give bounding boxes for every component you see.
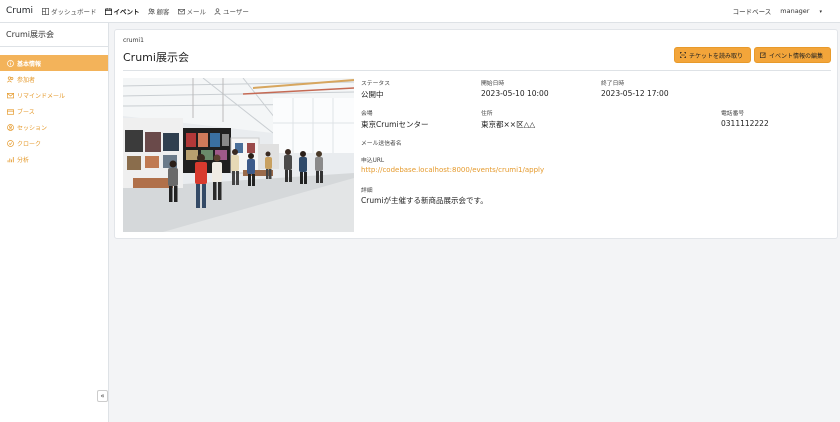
sidebar-item-label: セッション bbox=[17, 124, 48, 132]
nav-item-customers[interactable]: 顧客 bbox=[147, 6, 170, 16]
scan-ticket-label: チケットを読み取り bbox=[689, 52, 744, 60]
sidebar-item-label: リマインドメール bbox=[17, 92, 66, 100]
status-label: ステータス bbox=[361, 81, 390, 87]
calendar-icon bbox=[104, 7, 112, 15]
sidebar-item-label: 参加者 bbox=[17, 76, 36, 84]
mail-icon bbox=[177, 8, 185, 14]
nav-item-dashboard[interactable]: ダッシュボード bbox=[42, 6, 97, 16]
chart-icon bbox=[7, 156, 14, 162]
phone-label: 電話番号 bbox=[721, 111, 745, 117]
sidebar-item-label: ブース bbox=[17, 108, 35, 116]
sidebar-item-booth[interactable]: ブース bbox=[0, 103, 108, 119]
status-value: 公開中 bbox=[361, 90, 384, 99]
sidebar-item-cloak[interactable]: クローク bbox=[0, 135, 108, 151]
edit-icon bbox=[760, 52, 766, 58]
sidebar-item-basic-info[interactable]: 基本情報 bbox=[0, 55, 108, 71]
mail-sender-label: メール送信者名 bbox=[361, 141, 402, 147]
sidebar-item-label: クローク bbox=[17, 140, 42, 148]
nav-item-label: ダッシュボード bbox=[51, 8, 97, 16]
nav-item-label: ユーザー bbox=[223, 8, 249, 16]
user-icon bbox=[214, 7, 221, 15]
sidebar-item-remind-mail[interactable]: リマインドメール bbox=[0, 87, 108, 103]
edit-event-label: イベント情報の編集 bbox=[769, 52, 824, 60]
sidebar: Crumi展示会 基本情報 参加者 リマインドメール ブース セッション クロー… bbox=[0, 23, 109, 422]
scan-ticket-button[interactable]: チケットを読み取り bbox=[674, 47, 751, 63]
qr-scan-icon bbox=[680, 52, 686, 58]
sidebar-item-label: 基本情報 bbox=[17, 60, 42, 68]
codebase-link[interactable]: コードベース bbox=[733, 6, 772, 16]
event-detail-card: crumi1 Crumi展示会 チケットを読み取り イベント情報の編集 ステータ… bbox=[114, 29, 838, 239]
nav-item-users[interactable]: ユーザー bbox=[214, 6, 249, 16]
phone-value: 0311112222 bbox=[721, 119, 769, 128]
detail-label: 詳細 bbox=[361, 188, 373, 194]
end-datetime-value: 2023-05-12 17:00 bbox=[601, 89, 669, 98]
nav-item-label: メール bbox=[186, 8, 207, 16]
apply-url-label: 申込URL bbox=[361, 158, 385, 164]
title-divider bbox=[123, 70, 831, 71]
sidebar-menu: 基本情報 参加者 リマインドメール ブース セッション クローク 分析 bbox=[0, 55, 108, 167]
mail-icon bbox=[7, 92, 14, 98]
participants-icon bbox=[7, 75, 14, 83]
double-chevron-left-icon: « bbox=[100, 392, 105, 400]
dashboard-icon bbox=[42, 7, 49, 15]
cloak-icon bbox=[7, 139, 14, 147]
venue-label: 会場 bbox=[361, 111, 373, 117]
caret-down-icon: ▾ bbox=[819, 9, 822, 15]
navbar-right: コードベース manager ▾ bbox=[733, 6, 840, 16]
address-value: 東京都××区△△ bbox=[481, 120, 536, 129]
sidebar-item-label: 分析 bbox=[17, 156, 30, 164]
page-title: Crumi展示会 bbox=[123, 51, 189, 64]
user-menu[interactable]: manager ▾ bbox=[780, 7, 831, 15]
sidebar-collapse-button[interactable]: « bbox=[97, 390, 108, 402]
session-icon bbox=[7, 123, 14, 131]
venue-value: 東京Crumiセンター bbox=[361, 120, 429, 129]
edit-event-button[interactable]: イベント情報の編集 bbox=[754, 47, 831, 63]
sidebar-item-session[interactable]: セッション bbox=[0, 119, 108, 135]
event-code: crumi1 bbox=[123, 37, 144, 44]
people-icon bbox=[147, 7, 155, 15]
start-datetime-value: 2023-05-10 10:00 bbox=[481, 89, 549, 98]
apply-url-link[interactable]: http://codebase.localhost:8000/events/cr… bbox=[361, 166, 544, 174]
sidebar-item-participants[interactable]: 参加者 bbox=[0, 71, 108, 87]
nav-item-mail[interactable]: メール bbox=[177, 6, 207, 16]
detail-value: Crumiが主催する新商品展示会です。 bbox=[361, 196, 488, 205]
event-photo bbox=[123, 78, 354, 232]
booth-icon bbox=[7, 108, 14, 115]
sidebar-title: Crumi展示会 bbox=[0, 23, 108, 47]
top-navbar: Crumi ダッシュボード イベント 顧客 メール ユーザー コードベース ma… bbox=[0, 0, 840, 23]
brand-logo[interactable]: Crumi bbox=[6, 6, 42, 16]
info-icon bbox=[7, 59, 14, 67]
start-datetime-label: 開始日時 bbox=[481, 81, 505, 87]
sidebar-item-analytics[interactable]: 分析 bbox=[0, 151, 108, 167]
nav-item-label: 顧客 bbox=[156, 8, 170, 16]
nav-item-events[interactable]: イベント bbox=[104, 6, 140, 16]
address-label: 住所 bbox=[481, 111, 493, 117]
nav-item-label: イベント bbox=[113, 8, 140, 16]
end-datetime-label: 終了日時 bbox=[601, 81, 625, 87]
user-menu-label: manager bbox=[780, 7, 810, 15]
